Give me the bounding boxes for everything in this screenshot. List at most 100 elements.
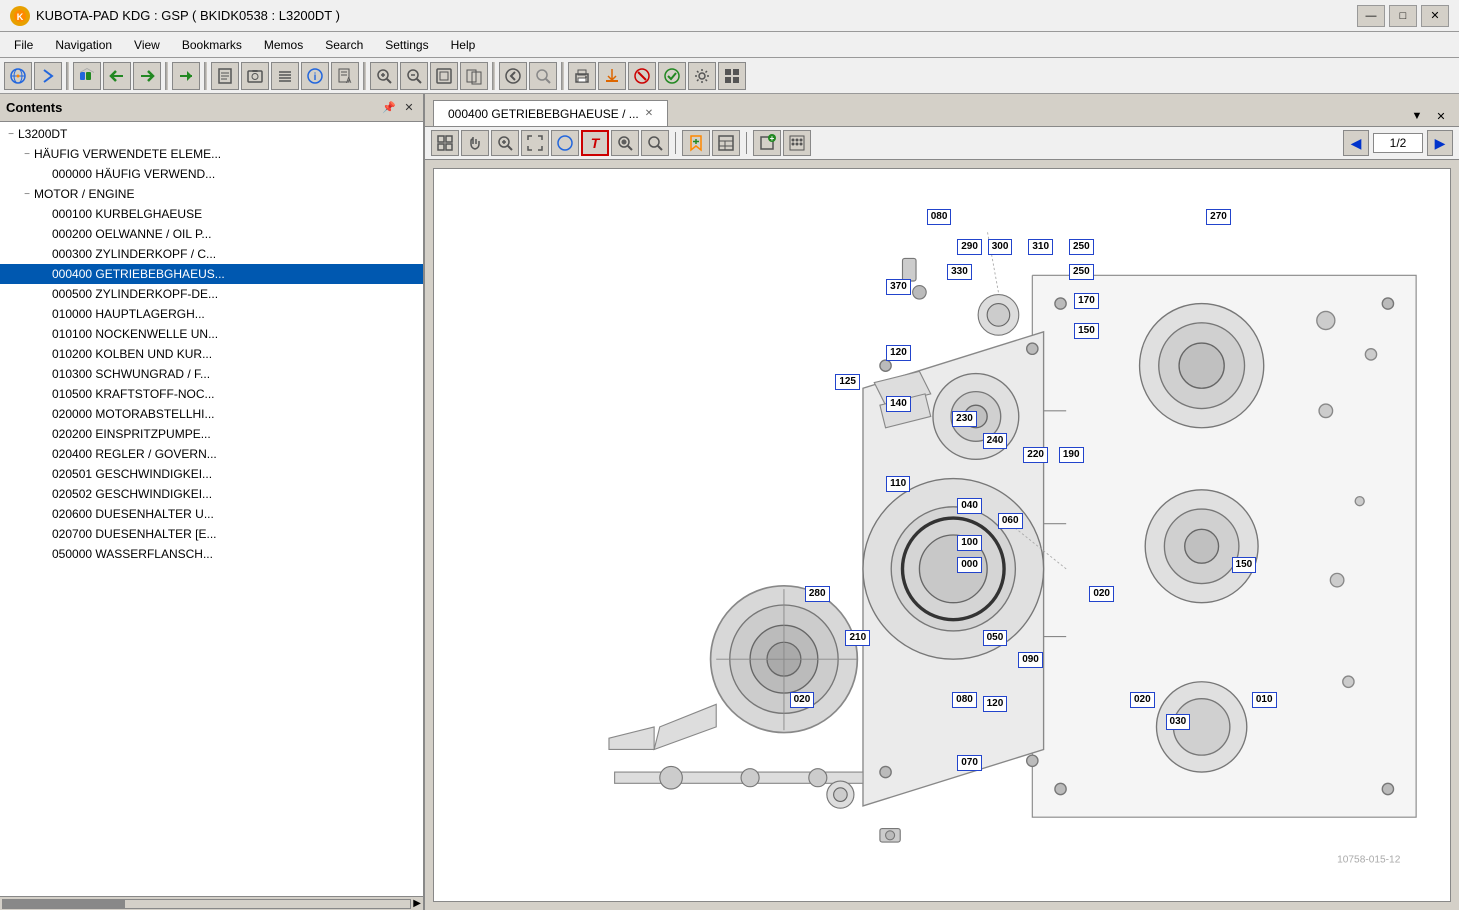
- part-label-p030[interactable]: 030: [1166, 714, 1191, 730]
- tab-dropdown-btn[interactable]: ▼: [1407, 106, 1427, 126]
- tree-item-020600[interactable]: 020600 DUESENHALTER U...: [0, 504, 423, 524]
- toolbar-photo[interactable]: [241, 62, 269, 90]
- close-button[interactable]: ✕: [1421, 5, 1449, 27]
- tree-item-020000[interactable]: 020000 MOTORABSTELLHI...: [0, 404, 423, 424]
- part-label-p190[interactable]: 190: [1059, 447, 1084, 463]
- minimize-button[interactable]: —: [1357, 5, 1385, 27]
- part-label-p050[interactable]: 050: [983, 630, 1008, 646]
- menu-navigation[interactable]: Navigation: [45, 36, 122, 54]
- toolbar-zoom-in[interactable]: [370, 62, 398, 90]
- doc-btn-hand[interactable]: [461, 130, 489, 156]
- part-label-p080[interactable]: 080: [927, 209, 952, 225]
- menu-help[interactable]: Help: [441, 36, 486, 54]
- maximize-button[interactable]: □: [1389, 5, 1417, 27]
- tree-item-020400[interactable]: 020400 REGLER / GOVERN...: [0, 444, 423, 464]
- toolbar-green-check[interactable]: [658, 62, 686, 90]
- doc-btn-magnify[interactable]: [491, 130, 519, 156]
- menu-memos[interactable]: Memos: [254, 36, 313, 54]
- part-label-p090[interactable]: 090: [1018, 652, 1043, 668]
- toolbar-print[interactable]: [568, 62, 596, 90]
- doc-btn-note[interactable]: +: [753, 130, 781, 156]
- doc-btn-text[interactable]: T: [581, 130, 609, 156]
- part-label-p070[interactable]: 070: [957, 755, 982, 771]
- tab-close-icon[interactable]: ✕: [645, 108, 653, 119]
- tree-item-020700[interactable]: 020700 DUESENHALTER [E...: [0, 524, 423, 544]
- tree-item-010300[interactable]: 010300 SCHWUNGRAD / F...: [0, 364, 423, 384]
- part-label-p125[interactable]: 125: [835, 374, 860, 390]
- part-label-p220[interactable]: 220: [1023, 447, 1048, 463]
- tree-item-010100[interactable]: 010100 NOCKENWELLE UN...: [0, 324, 423, 344]
- part-label-p040[interactable]: 040: [957, 498, 982, 514]
- tree-item-020200[interactable]: 020200 EINSPRITZPUMPE...: [0, 424, 423, 444]
- tree-item-010500[interactable]: 010500 KRAFTSTOFF-NOC...: [0, 384, 423, 404]
- sidebar-close-button[interactable]: ✕: [401, 100, 417, 116]
- tree-toggle-l3200dt[interactable]: −: [4, 129, 18, 140]
- doc-btn-circle[interactable]: [551, 130, 579, 156]
- doc-btn-search-back[interactable]: [641, 130, 669, 156]
- doc-btn-grid[interactable]: [431, 130, 459, 156]
- part-label-p080b[interactable]: 080: [952, 692, 977, 708]
- part-label-p100[interactable]: 100: [957, 535, 982, 551]
- part-label-p330[interactable]: 330: [947, 264, 972, 280]
- toolbar-zoom-fit[interactable]: [430, 62, 458, 90]
- part-label-p010[interactable]: 010: [1252, 692, 1277, 708]
- part-label-p240[interactable]: 240: [983, 433, 1008, 449]
- tree-item-000400[interactable]: 000400 GETRIEBEBGHAEUS...: [0, 264, 423, 284]
- doc-btn-bookmark-add[interactable]: [682, 130, 710, 156]
- menu-settings[interactable]: Settings: [375, 36, 438, 54]
- part-label-p370[interactable]: 370: [886, 279, 911, 295]
- toolbar-lines[interactable]: [271, 62, 299, 90]
- part-label-p000b[interactable]: 000: [957, 557, 982, 573]
- part-label-p310[interactable]: 310: [1028, 239, 1053, 255]
- part-label-p300[interactable]: 300: [988, 239, 1013, 255]
- toolbar-nav-green-fwd[interactable]: [133, 62, 161, 90]
- part-label-p290[interactable]: 290: [957, 239, 982, 255]
- toolbar-arrow[interactable]: [34, 62, 62, 90]
- menu-view[interactable]: View: [124, 36, 170, 54]
- part-label-p140[interactable]: 140: [886, 396, 911, 412]
- toolbar-globe[interactable]: [4, 62, 32, 90]
- doc-btn-fitpage[interactable]: [521, 130, 549, 156]
- part-label-p250b[interactable]: 250: [1069, 264, 1094, 280]
- toolbar-search-glass[interactable]: [529, 62, 557, 90]
- part-label-p060[interactable]: 060: [998, 513, 1023, 529]
- toolbar-zoom-pg2[interactable]: [460, 62, 488, 90]
- tree-item-000100[interactable]: 000100 KURBELGHAEUSE: [0, 204, 423, 224]
- toolbar-nav-green-back[interactable]: [103, 62, 131, 90]
- part-label-p120[interactable]: 120: [886, 345, 911, 361]
- toolbar-export[interactable]: [598, 62, 626, 90]
- toolbar-prev-pg[interactable]: [499, 62, 527, 90]
- doc-btn-dotgrid[interactable]: [783, 130, 811, 156]
- toolbar-settings-cog[interactable]: [688, 62, 716, 90]
- tab-close-all-btn[interactable]: ✕: [1431, 106, 1451, 126]
- toolbar-grid-large[interactable]: [718, 62, 746, 90]
- tree-item-motor[interactable]: − MOTOR / ENGINE: [0, 184, 423, 204]
- toolbar-red-circle[interactable]: [628, 62, 656, 90]
- toolbar-info[interactable]: i: [301, 62, 329, 90]
- part-label-p020a[interactable]: 020: [1089, 586, 1114, 602]
- tree-item-010000[interactable]: 010000 HAUPTLAGERGH...: [0, 304, 423, 324]
- tree-item-050000[interactable]: 050000 WASSERFLANSCH...: [0, 544, 423, 564]
- tree-item-010200[interactable]: 010200 KOLBEN UND KUR...: [0, 344, 423, 364]
- menu-search[interactable]: Search: [315, 36, 373, 54]
- tree-item-l3200dt[interactable]: − L3200DT: [0, 124, 423, 144]
- tree-toggle-haeufig[interactable]: −: [20, 149, 34, 160]
- toolbar-doc-a[interactable]: A: [331, 62, 359, 90]
- part-label-p150[interactable]: 150: [1074, 323, 1099, 339]
- part-label-p020b[interactable]: 020: [790, 692, 815, 708]
- next-page-btn[interactable]: ▶: [1427, 130, 1453, 156]
- tree-item-000200[interactable]: 000200 OELWANNE / OIL P...: [0, 224, 423, 244]
- tree-item-020502[interactable]: 020502 GESCHWINDIGKEI...: [0, 484, 423, 504]
- part-label-p170[interactable]: 170: [1074, 293, 1099, 309]
- part-label-p120b[interactable]: 120: [983, 696, 1008, 712]
- tree-item-000000[interactable]: 000000 HÄUFIG VERWEND...: [0, 164, 423, 184]
- part-label-p230[interactable]: 230: [952, 411, 977, 427]
- sidebar-pin-button[interactable]: 📌: [381, 100, 397, 116]
- toolbar-page-view[interactable]: [211, 62, 239, 90]
- part-label-p280[interactable]: 280: [805, 586, 830, 602]
- menu-file[interactable]: File: [4, 36, 43, 54]
- toolbar-zoom-out[interactable]: [400, 62, 428, 90]
- toolbar-nav-home[interactable]: [73, 62, 101, 90]
- doc-tab-000400[interactable]: 000400 GETRIEBEBGHAEUSE / ... ✕: [433, 100, 668, 126]
- tree-container[interactable]: − L3200DT − HÄUFIG VERWENDETE ELEME... 0…: [0, 122, 423, 896]
